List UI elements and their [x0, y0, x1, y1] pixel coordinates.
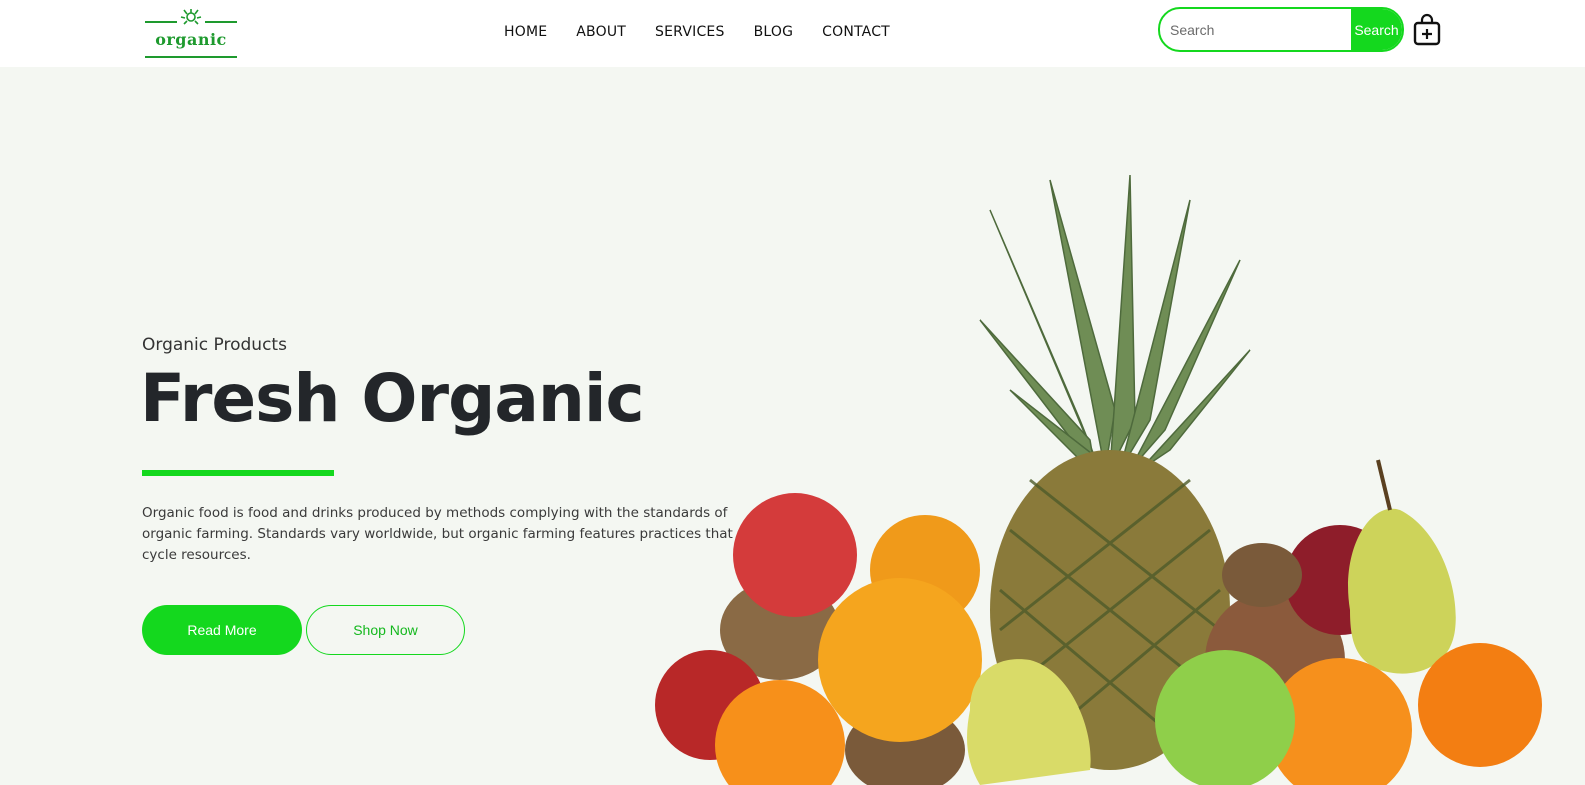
logo-underline	[145, 56, 237, 58]
search-form: Search	[1158, 7, 1404, 52]
nav-contact[interactable]: CONTACT	[822, 24, 890, 40]
fruit-image	[655, 174, 1542, 785]
shop-now-button[interactable]: Shop Now	[306, 605, 465, 655]
logo-line-right	[205, 21, 237, 23]
leaf-emblem-icon	[180, 9, 202, 25]
logo-text: organic	[155, 30, 227, 49]
read-more-button[interactable]: Read More	[142, 605, 302, 655]
nav-about[interactable]: ABOUT	[576, 24, 626, 40]
hero-subtitle: Organic Products	[142, 335, 287, 355]
nav-services[interactable]: SERVICES	[655, 24, 725, 40]
search-input[interactable]	[1160, 9, 1351, 50]
shopping-bag-plus-icon[interactable]	[1413, 12, 1441, 46]
main-nav: HOME ABOUT SERVICES BLOG CONTACT	[504, 24, 890, 40]
organic-logo[interactable]: organic	[145, 6, 240, 60]
nav-home[interactable]: HOME	[504, 24, 547, 40]
site-header: organic HOME ABOUT SERVICES BLOG CONTACT…	[0, 0, 1585, 67]
hero-accent-bar	[142, 470, 334, 476]
hero-title: Fresh Organic	[140, 360, 645, 437]
nav-blog[interactable]: BLOG	[754, 24, 794, 40]
search-button[interactable]: Search	[1351, 9, 1402, 50]
logo-line-left	[145, 21, 177, 23]
